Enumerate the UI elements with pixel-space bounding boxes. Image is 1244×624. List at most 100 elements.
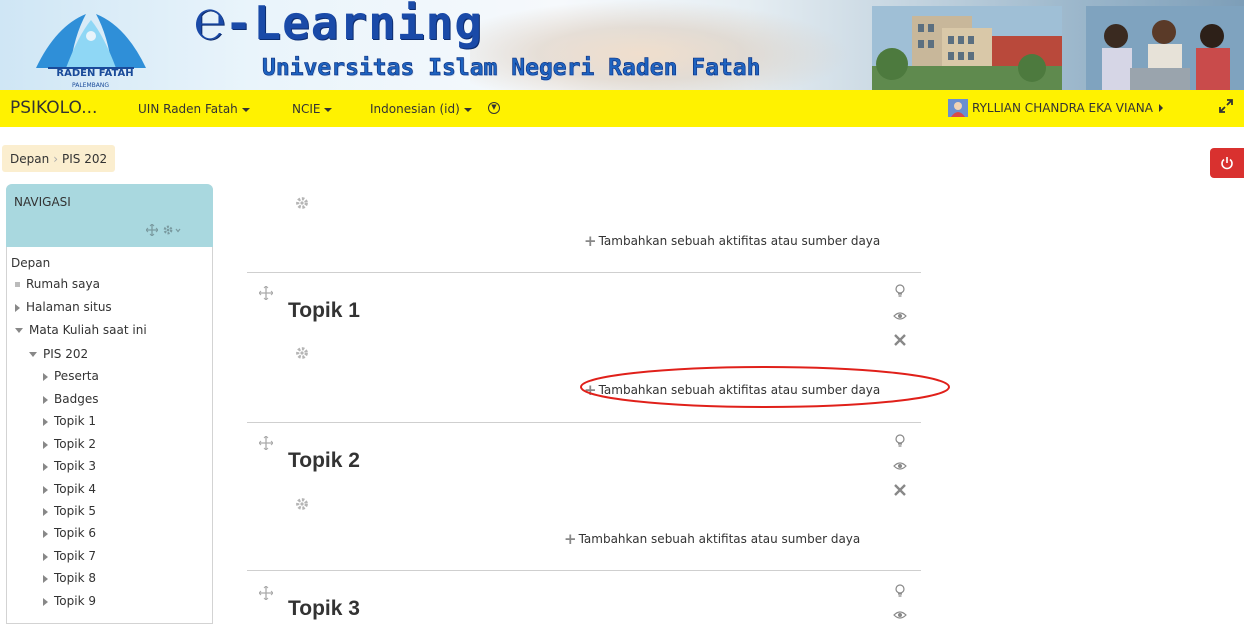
- add-activity-label: Tambahkan sebuah aktifitas atau sumber d…: [578, 532, 861, 546]
- nav-label: Rumah saya: [26, 277, 100, 291]
- lightbulb-icon[interactable]: [894, 284, 906, 298]
- section-title-topik-3[interactable]: Topik 3: [288, 597, 360, 621]
- collapsed-arrow-icon: [43, 395, 48, 404]
- elearning-title: ℮-Learning: [196, 0, 483, 50]
- user-menu[interactable]: RYLLIAN CHANDRA EKA VIANA: [948, 97, 1163, 119]
- site-banner: RADEN FATAH PALEMBANG ℮-Learning Univers…: [0, 0, 1244, 90]
- edit-gear-icon[interactable]: [295, 346, 309, 360]
- collapsed-arrow-icon: [43, 597, 48, 606]
- user-avatar: [948, 99, 968, 117]
- expand-icon[interactable]: [1218, 98, 1234, 114]
- nav-item-topik-4[interactable]: Topik 4: [43, 481, 96, 497]
- breadcrumb-home-link[interactable]: Depan: [10, 152, 49, 166]
- nav-item-badges[interactable]: Badges: [43, 391, 98, 407]
- nav-label: Topik 7: [54, 549, 96, 563]
- nav-label: Topik 9: [54, 594, 96, 608]
- section-title-topik-1[interactable]: Topik 1: [288, 299, 360, 323]
- navigation-title: NAVIGASI: [14, 195, 71, 209]
- nav-item-pis-202[interactable]: PIS 202: [29, 346, 88, 362]
- lightbulb-icon[interactable]: [894, 584, 906, 598]
- nav-label: Topik 6: [54, 526, 96, 540]
- nav-label: Topik 5: [54, 504, 96, 518]
- breadcrumb-current-link[interactable]: PIS 202: [62, 152, 107, 166]
- uin-logo[interactable]: RADEN FATAH PALEMBANG: [26, 6, 156, 89]
- logout-button[interactable]: [1210, 148, 1244, 178]
- nav-item-topik-3[interactable]: Topik 3: [43, 458, 96, 474]
- nav-item-halaman-situs[interactable]: Halaman situs: [15, 299, 112, 315]
- plus-icon: +: [584, 232, 597, 250]
- nav-label: Topik 8: [54, 571, 96, 585]
- highlight-annotation: [580, 366, 950, 408]
- edit-gear-icon[interactable]: [295, 497, 309, 511]
- caret-down-icon: [324, 107, 333, 112]
- course-shortname-link[interactable]: PSIKOLO...: [10, 98, 97, 118]
- campus-building-photo: [872, 6, 1062, 90]
- nav-item-topik-5[interactable]: Topik 5: [43, 503, 96, 519]
- menu-ncie[interactable]: NCIE: [292, 102, 333, 116]
- top-navbar: PSIKOLO... UIN Raden Fatah NCIE Indonesi…: [0, 90, 1244, 127]
- collapsed-arrow-icon: [43, 529, 48, 538]
- move-icon[interactable]: [259, 286, 273, 300]
- nav-item-peserta[interactable]: Peserta: [43, 368, 99, 384]
- delete-icon[interactable]: [893, 483, 907, 497]
- move-icon[interactable]: [146, 224, 158, 236]
- nav-label: PIS 202: [43, 347, 89, 361]
- nav-item-topik-7[interactable]: Topik 7: [43, 548, 96, 564]
- nav-item-topik-1[interactable]: Topik 1: [43, 413, 96, 429]
- expanded-arrow-icon: [15, 328, 23, 333]
- nav-item-mata-kuliah[interactable]: Mata Kuliah saat ini: [15, 322, 147, 338]
- collapsed-arrow-icon: [43, 372, 48, 381]
- user-name: RYLLIAN CHANDRA EKA VIANA: [972, 101, 1153, 115]
- eye-icon[interactable]: [893, 610, 907, 620]
- nav-label: Topik 1: [54, 414, 96, 428]
- collapsed-arrow-icon: [43, 485, 48, 494]
- move-icon[interactable]: [259, 436, 273, 450]
- navigation-block: NAVIGASI Depan Rumah saya Halaman situs …: [6, 184, 213, 624]
- collapsed-arrow-icon: [15, 303, 20, 312]
- add-activity-label: Tambahkan sebuah aktifitas atau sumber d…: [598, 234, 881, 248]
- collapsed-arrow-icon: [43, 462, 48, 471]
- lightbulb-icon[interactable]: [894, 434, 906, 448]
- logo-subtext: PALEMBANG: [72, 82, 110, 89]
- eye-icon[interactable]: [893, 461, 907, 471]
- section-divider: [247, 570, 921, 571]
- nav-label: Topik 2: [54, 437, 96, 451]
- section-divider: [247, 272, 921, 273]
- eye-icon[interactable]: [893, 311, 907, 321]
- nav-item-rumah-saya[interactable]: Rumah saya: [15, 276, 100, 292]
- nav-item-depan[interactable]: Depan: [11, 255, 50, 271]
- caret-down-icon: [463, 107, 472, 112]
- delete-icon[interactable]: [893, 333, 907, 347]
- gear-icon[interactable]: [162, 224, 184, 236]
- add-activity-link[interactable]: + Tambahkan sebuah aktifitas atau sumber…: [564, 530, 861, 548]
- menu-label: Indonesian (id): [370, 102, 460, 116]
- breadcrumb-separator-icon: ›: [53, 151, 59, 166]
- nav-item-topik-9[interactable]: Topik 9: [43, 593, 96, 609]
- nav-item-topik-8[interactable]: Topik 8: [43, 570, 96, 586]
- menu-language[interactable]: Indonesian (id): [370, 102, 472, 116]
- navigation-header: NAVIGASI: [6, 184, 213, 247]
- nav-label: Depan: [11, 256, 51, 270]
- nav-label: Halaman situs: [26, 300, 112, 314]
- menu-label: UIN Raden Fatah: [138, 102, 238, 116]
- expanded-arrow-icon: [29, 352, 37, 357]
- power-icon: [1221, 157, 1233, 170]
- plus-icon: +: [564, 530, 577, 548]
- menu-label: NCIE: [292, 102, 321, 116]
- nav-label: Mata Kuliah saat ini: [29, 323, 147, 337]
- add-activity-link[interactable]: + Tambahkan sebuah aktifitas atau sumber…: [584, 232, 881, 250]
- university-name: Universitas Islam Negeri Raden Fatah: [262, 55, 761, 82]
- nav-item-topik-6[interactable]: Topik 6: [43, 525, 96, 541]
- nav-label: Topik 4: [54, 482, 96, 496]
- edit-gear-icon[interactable]: [295, 196, 309, 210]
- nav-label: Topik 3: [54, 459, 96, 473]
- section-title-topik-2[interactable]: Topik 2: [288, 449, 360, 473]
- menu-uin-raden-fatah[interactable]: UIN Raden Fatah: [138, 102, 250, 116]
- collapsed-arrow-icon: [43, 417, 48, 426]
- section-divider: [247, 422, 921, 423]
- move-icon[interactable]: [259, 586, 273, 600]
- caret-down-icon: [241, 107, 250, 112]
- arrow-circle-down-icon[interactable]: ▼: [488, 102, 500, 114]
- breadcrumb: Depan › PIS 202: [2, 145, 116, 172]
- nav-item-topik-2[interactable]: Topik 2: [43, 436, 96, 452]
